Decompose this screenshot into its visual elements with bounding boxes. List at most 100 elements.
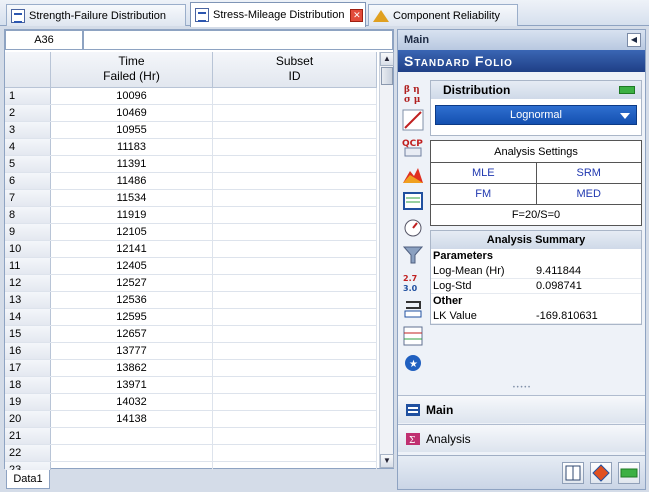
cell-time-failed[interactable]: 14032	[51, 394, 213, 410]
cell-time-failed[interactable]	[51, 428, 213, 444]
cell-subset-id[interactable]	[213, 394, 377, 410]
formula-bar[interactable]	[83, 30, 393, 50]
row-header[interactable]: 14	[5, 309, 51, 325]
table-row[interactable]: 18 13971	[5, 377, 377, 394]
batch-icon[interactable]	[400, 188, 426, 214]
row-header[interactable]: 18	[5, 377, 51, 393]
table-row[interactable]: 16 13777	[5, 343, 377, 360]
table-row[interactable]: 14 12595	[5, 309, 377, 326]
analysis-settings-title[interactable]: Analysis Settings	[431, 141, 641, 163]
cell-time-failed[interactable]: 11486	[51, 173, 213, 189]
cell-time-failed[interactable]: 12595	[51, 309, 213, 325]
cell-subset-id[interactable]	[213, 88, 377, 104]
table-row[interactable]: 13 12536	[5, 292, 377, 309]
column-header-time-failed[interactable]: Time Failed (Hr)	[51, 52, 213, 87]
distribution-select[interactable]: Lognormal	[435, 105, 637, 125]
table-icon[interactable]	[400, 323, 426, 349]
cell-time-failed[interactable]: 12527	[51, 275, 213, 291]
cell-subset-id[interactable]	[213, 258, 377, 274]
cell-time-failed[interactable]: 11391	[51, 156, 213, 172]
cell-subset-id[interactable]	[213, 207, 377, 223]
cell-subset-id[interactable]	[213, 173, 377, 189]
vertical-scrollbar[interactable]: ▲ ▼	[379, 52, 394, 468]
row-header[interactable]: 12	[5, 275, 51, 291]
nav-main[interactable]: Main	[398, 395, 645, 423]
table-row[interactable]: 19 14032	[5, 394, 377, 411]
row-header[interactable]: 7	[5, 190, 51, 206]
tab-component-reliability[interactable]: Component Reliability	[368, 4, 518, 26]
cell-time-failed[interactable]	[51, 445, 213, 461]
table-row[interactable]: 8 11919	[5, 207, 377, 224]
cell-reference[interactable]: A36	[5, 30, 83, 50]
table-row[interactable]: 1 10096	[5, 88, 377, 105]
table-row[interactable]: 20 14138	[5, 411, 377, 428]
row-header[interactable]: 22	[5, 445, 51, 461]
table-row[interactable]: 17 13862	[5, 360, 377, 377]
collapse-icon[interactable]: ◀	[627, 33, 641, 47]
table-row[interactable]: 22	[5, 445, 377, 462]
cell-subset-id[interactable]	[213, 445, 377, 461]
cell-subset-id[interactable]	[213, 122, 377, 138]
row-header[interactable]: 16	[5, 343, 51, 359]
cell-subset-id[interactable]	[213, 411, 377, 427]
cell-time-failed[interactable]: 12105	[51, 224, 213, 240]
cell-subset-id[interactable]	[213, 292, 377, 308]
transform-icon[interactable]: 2.7 3.0	[400, 269, 426, 295]
report-icon[interactable]	[562, 462, 584, 484]
table-row[interactable]: 21	[5, 428, 377, 445]
cell-subset-id[interactable]	[213, 326, 377, 342]
row-header[interactable]: 3	[5, 122, 51, 138]
column-header-subset-id[interactable]: Subset ID	[213, 52, 377, 87]
cell-time-failed[interactable]: 13971	[51, 377, 213, 393]
cell-subset-id[interactable]	[213, 241, 377, 257]
table-row[interactable]: 7 11534	[5, 190, 377, 207]
scroll-down-icon[interactable]: ▼	[380, 454, 394, 468]
row-header[interactable]: 13	[5, 292, 51, 308]
table-row[interactable]: 15 12657	[5, 326, 377, 343]
tab-strength-failure[interactable]: Strength-Failure Distribution	[6, 4, 186, 26]
cell-subset-id[interactable]	[213, 360, 377, 376]
tab-stress-mileage[interactable]: Stress-Mileage Distribution ✕	[190, 2, 366, 27]
filter-icon[interactable]	[400, 242, 426, 268]
cell-subset-id[interactable]	[213, 275, 377, 291]
row-header[interactable]: 11	[5, 258, 51, 274]
cell-subset-id[interactable]	[213, 139, 377, 155]
cell-subset-id[interactable]	[213, 428, 377, 444]
bracket-icon[interactable]	[400, 296, 426, 322]
setting-med[interactable]: MED	[537, 184, 642, 204]
row-header[interactable]: 9	[5, 224, 51, 240]
cell-time-failed[interactable]: 14138	[51, 411, 213, 427]
scroll-thumb[interactable]	[381, 67, 393, 85]
mountain-plot-icon[interactable]	[400, 161, 426, 187]
cell-time-failed[interactable]: 13862	[51, 360, 213, 376]
cell-time-failed[interactable]: 12405	[51, 258, 213, 274]
row-header[interactable]: 15	[5, 326, 51, 342]
cell-time-failed[interactable]: 11919	[51, 207, 213, 223]
row-header[interactable]: 6	[5, 173, 51, 189]
cell-subset-id[interactable]	[213, 309, 377, 325]
row-header[interactable]: 19	[5, 394, 51, 410]
cell-subset-id[interactable]	[213, 377, 377, 393]
cell-time-failed[interactable]: 12657	[51, 326, 213, 342]
table-row[interactable]: 2 10469	[5, 105, 377, 122]
table-row[interactable]: 5 11391	[5, 156, 377, 173]
cell-time-failed[interactable]: 10955	[51, 122, 213, 138]
cell-time-failed[interactable]: 10096	[51, 88, 213, 104]
table-row[interactable]: 4 11183	[5, 139, 377, 156]
cell-time-failed[interactable]: 10469	[51, 105, 213, 121]
cell-time-failed[interactable]: 12536	[51, 292, 213, 308]
scroll-up-icon[interactable]: ▲	[380, 52, 394, 66]
row-header[interactable]: 10	[5, 241, 51, 257]
row-header[interactable]: 20	[5, 411, 51, 427]
cell-time-failed[interactable]: 11183	[51, 139, 213, 155]
cell-subset-id[interactable]	[213, 343, 377, 359]
cell-subset-id[interactable]	[213, 190, 377, 206]
row-header[interactable]: 8	[5, 207, 51, 223]
row-header[interactable]: 4	[5, 139, 51, 155]
table-row[interactable]: 12 12527	[5, 275, 377, 292]
cell-time-failed[interactable]: 11534	[51, 190, 213, 206]
cell-time-failed[interactable]: 13777	[51, 343, 213, 359]
setting-srm[interactable]: SRM	[537, 163, 642, 183]
cell-time-failed[interactable]: 12141	[51, 241, 213, 257]
table-row[interactable]: 3 10955	[5, 122, 377, 139]
